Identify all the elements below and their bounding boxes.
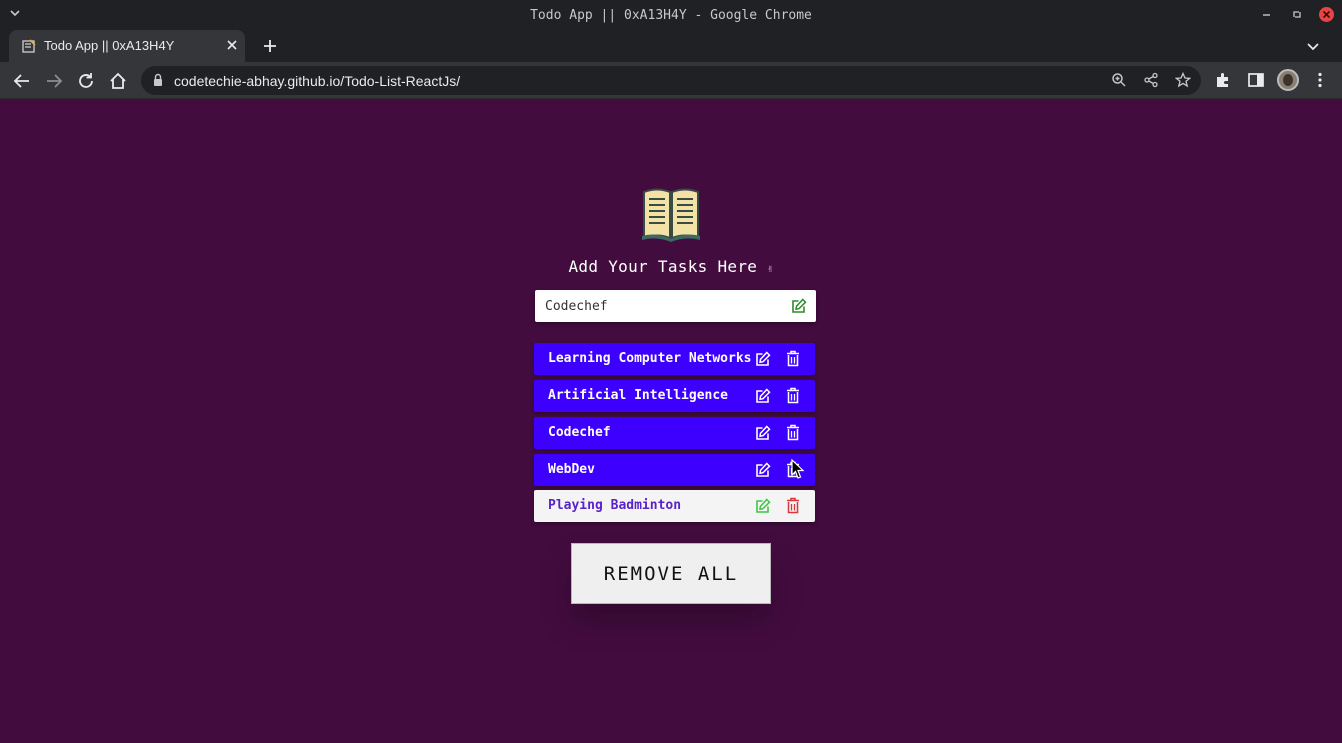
add-task-box <box>535 290 816 322</box>
bookmark-star-icon[interactable] <box>1175 72 1191 88</box>
task-input[interactable] <box>535 290 785 322</box>
edit-icon[interactable] <box>755 425 771 441</box>
delete-icon[interactable] <box>786 497 800 514</box>
todo-app-page: Add Your Tasks Here ✌ Learning Computer … <box>0 100 1342 743</box>
browser-tab[interactable]: Todo App || 0xA13H4Y <box>9 30 245 62</box>
forward-icon[interactable] <box>44 71 64 91</box>
home-icon[interactable] <box>108 71 128 91</box>
minimize-icon[interactable] <box>1259 6 1275 22</box>
close-icon <box>1322 10 1331 19</box>
profile-avatar[interactable] <box>1277 69 1299 91</box>
delete-icon[interactable] <box>786 350 800 367</box>
task-label: Artificial Intelligence <box>548 388 729 403</box>
task-label: Codechef <box>548 425 611 440</box>
victory-hand-icon: ✌ <box>767 264 774 275</box>
task-item: Learning Computer Networks <box>534 343 815 375</box>
tab-title: Todo App || 0xA13H4Y <box>44 38 175 53</box>
delete-icon[interactable] <box>786 387 800 404</box>
zoom-icon[interactable] <box>1111 72 1127 88</box>
lock-icon[interactable] <box>152 73 164 87</box>
remove-all-button[interactable]: REMOVE ALL <box>571 543 771 604</box>
tab-close-icon[interactable] <box>225 38 239 52</box>
tab-strip: Todo App || 0xA13H4Y <box>0 30 1342 62</box>
address-bar[interactable]: codetechie-abhay.github.io/Todo-List-Rea… <box>141 66 1201 95</box>
share-icon[interactable] <box>1143 72 1159 88</box>
task-item: Artificial Intelligence <box>534 380 815 412</box>
edit-icon[interactable] <box>755 388 771 404</box>
url-text[interactable]: codetechie-abhay.github.io/Todo-List-Rea… <box>174 73 460 89</box>
page-heading: Add Your Tasks Here ✌ <box>0 257 1342 276</box>
task-item: WebDev <box>534 454 815 486</box>
book-icon <box>642 188 700 242</box>
reload-icon[interactable] <box>76 71 96 91</box>
edit-icon[interactable] <box>755 351 771 367</box>
tab-search-icon[interactable] <box>1305 38 1321 54</box>
todo-favicon-icon <box>22 39 36 53</box>
chrome-menu-icon[interactable] <box>1311 71 1329 89</box>
heading-text: Add Your Tasks Here <box>568 257 758 276</box>
task-item: Codechef <box>534 417 815 449</box>
task-item-hovered: Playing Badminton <box>534 490 815 522</box>
task-label: Learning Computer Networks <box>548 351 752 366</box>
restore-icon[interactable] <box>1289 6 1305 22</box>
window-title-bar: Todo App || 0xA13H4Y - Google Chrome <box>0 0 1342 30</box>
new-tab-icon[interactable] <box>261 37 279 55</box>
browser-toolbar: codetechie-abhay.github.io/Todo-List-Rea… <box>0 62 1342 99</box>
close-window-button[interactable] <box>1319 7 1334 22</box>
mouse-cursor-icon <box>791 459 805 479</box>
back-icon[interactable] <box>12 71 32 91</box>
side-panel-icon[interactable] <box>1247 71 1265 89</box>
add-item-icon[interactable] <box>791 298 807 314</box>
edit-icon[interactable] <box>755 498 771 514</box>
edit-icon[interactable] <box>755 462 771 478</box>
task-label: WebDev <box>548 462 595 477</box>
task-label: Playing Badminton <box>548 498 682 513</box>
extensions-icon[interactable] <box>1214 71 1232 89</box>
delete-icon[interactable] <box>786 424 800 441</box>
window-title: Todo App || 0xA13H4Y - Google Chrome <box>530 8 812 23</box>
